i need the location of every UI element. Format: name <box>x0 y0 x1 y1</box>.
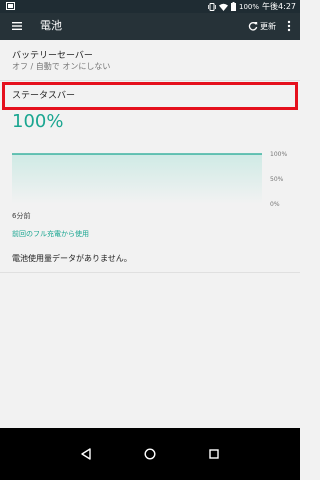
no-usage-data-message: 電池使用量データがありません。 <box>12 254 132 263</box>
status-bar-setting-label: ステータスバー <box>12 91 76 101</box>
battery-saver-item[interactable]: バッテリーセーバー オフ / 自動で オンにしない <box>0 48 300 78</box>
battery-settings-content: バッテリーセーバー オフ / 自動で オンにしない ステータスバー 100% 1… <box>0 40 300 428</box>
more-vert-icon[interactable] <box>284 19 294 33</box>
battery-percent: 100% <box>239 2 260 11</box>
home-icon[interactable] <box>144 448 156 460</box>
divider <box>0 80 300 81</box>
page-title: 電池 <box>40 19 62 32</box>
axis-label-0: 0% <box>270 201 280 208</box>
vibrate-icon <box>208 2 216 11</box>
recent-apps-icon[interactable] <box>209 449 219 459</box>
system-status-bar: 100% 午後4:27 <box>0 0 300 13</box>
back-icon[interactable] <box>81 448 91 460</box>
graph-time-label: 6分前 <box>12 212 31 220</box>
refresh-label: 更新 <box>260 21 276 31</box>
divider <box>0 272 300 273</box>
axis-label-50: 50% <box>270 176 284 183</box>
status-bar-setting-item[interactable]: ステータスバー <box>2 82 298 110</box>
clock: 午後4:27 <box>262 2 296 11</box>
battery-saver-title: バッテリーセーバー <box>12 51 93 61</box>
refresh-button[interactable]: 更新 <box>248 19 276 33</box>
notification-icon <box>6 2 15 10</box>
app-bar: 電池 更新 <box>0 13 300 40</box>
menu-icon[interactable] <box>10 19 24 33</box>
wifi-icon <box>219 3 229 11</box>
graph-area <box>12 154 262 204</box>
battery-saver-summary: オフ / 自動で オンにしない <box>12 62 111 71</box>
axis-label-100: 100% <box>270 151 288 158</box>
battery-icon <box>231 2 237 11</box>
battery-level: 100% <box>12 111 64 132</box>
navigation-bar <box>0 428 300 480</box>
refresh-icon <box>248 22 258 31</box>
battery-graph-svg <box>12 153 262 204</box>
since-full-charge-link[interactable]: 前回のフル充電から使用 <box>12 229 89 239</box>
battery-history-graph <box>12 150 262 204</box>
